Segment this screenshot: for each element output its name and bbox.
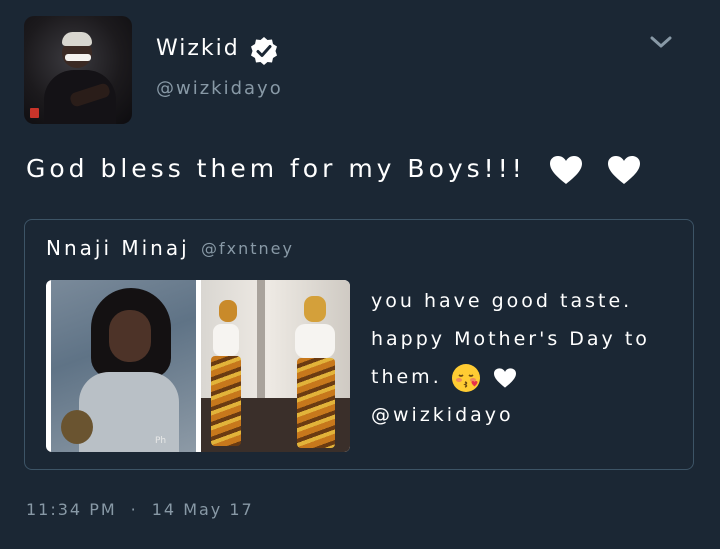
tweet-text-body: God bless them for my Boys!!! xyxy=(26,154,526,183)
quoted-text-line-1: you have good taste. xyxy=(371,290,633,312)
kissing-face-icon xyxy=(451,363,480,392)
quoted-handle[interactable]: @fxntney xyxy=(201,239,294,258)
heart-icon xyxy=(607,156,640,184)
avatar-red-cup xyxy=(30,108,39,118)
photo-person-1-top xyxy=(213,324,239,356)
photo-person-1-head xyxy=(219,300,237,322)
photo-person-2-skirt xyxy=(297,358,335,448)
quoted-text-line-2: happy Mother's Day to xyxy=(371,328,650,350)
quoted-media[interactable]: Ph xyxy=(46,280,350,452)
tweet-text: God bless them for my Boys!!! xyxy=(26,154,642,186)
tweet-time: 11:34 PM xyxy=(26,500,117,519)
author-avatar[interactable] xyxy=(24,16,132,124)
tweet-date: 14 May 17 xyxy=(151,500,254,519)
timestamp-separator: · xyxy=(130,500,138,519)
tweet-timestamp[interactable]: 11:34 PM · 14 May 17 xyxy=(26,500,254,519)
quoted-tweet[interactable]: Nnaji Minaj @fxntney Ph you have good ta… xyxy=(24,219,694,470)
quoted-photo-portrait[interactable]: Ph xyxy=(51,280,196,452)
quoted-text-line-3-start: them. xyxy=(371,366,442,388)
heart-icon xyxy=(493,367,516,388)
quoted-mention[interactable]: @wizkidayo xyxy=(371,404,514,426)
avatar-figure-glasses xyxy=(65,54,91,61)
author-display-name[interactable]: Wizkid xyxy=(156,36,240,61)
heart-icon xyxy=(549,156,582,184)
quoted-text: you have good taste. happy Mother's Day … xyxy=(371,282,681,434)
photo-person-1-skirt xyxy=(211,356,241,446)
photo-face xyxy=(109,310,151,362)
verified-badge-icon xyxy=(251,37,277,65)
quoted-photo-two-women[interactable] xyxy=(201,280,350,452)
photo-person-2-head xyxy=(304,296,326,322)
photo-badge xyxy=(61,410,93,444)
avatar-figure-hair xyxy=(62,32,92,46)
quoted-text-line-3: them. @wizkidayo xyxy=(371,358,681,434)
photo-person-2-top xyxy=(295,324,335,358)
photo-watermark: Ph xyxy=(155,436,167,446)
chevron-down-icon[interactable] xyxy=(650,34,672,50)
quoted-display-name[interactable]: Nnaji Minaj xyxy=(46,236,190,260)
author-handle[interactable]: @wizkidayo xyxy=(156,78,283,99)
